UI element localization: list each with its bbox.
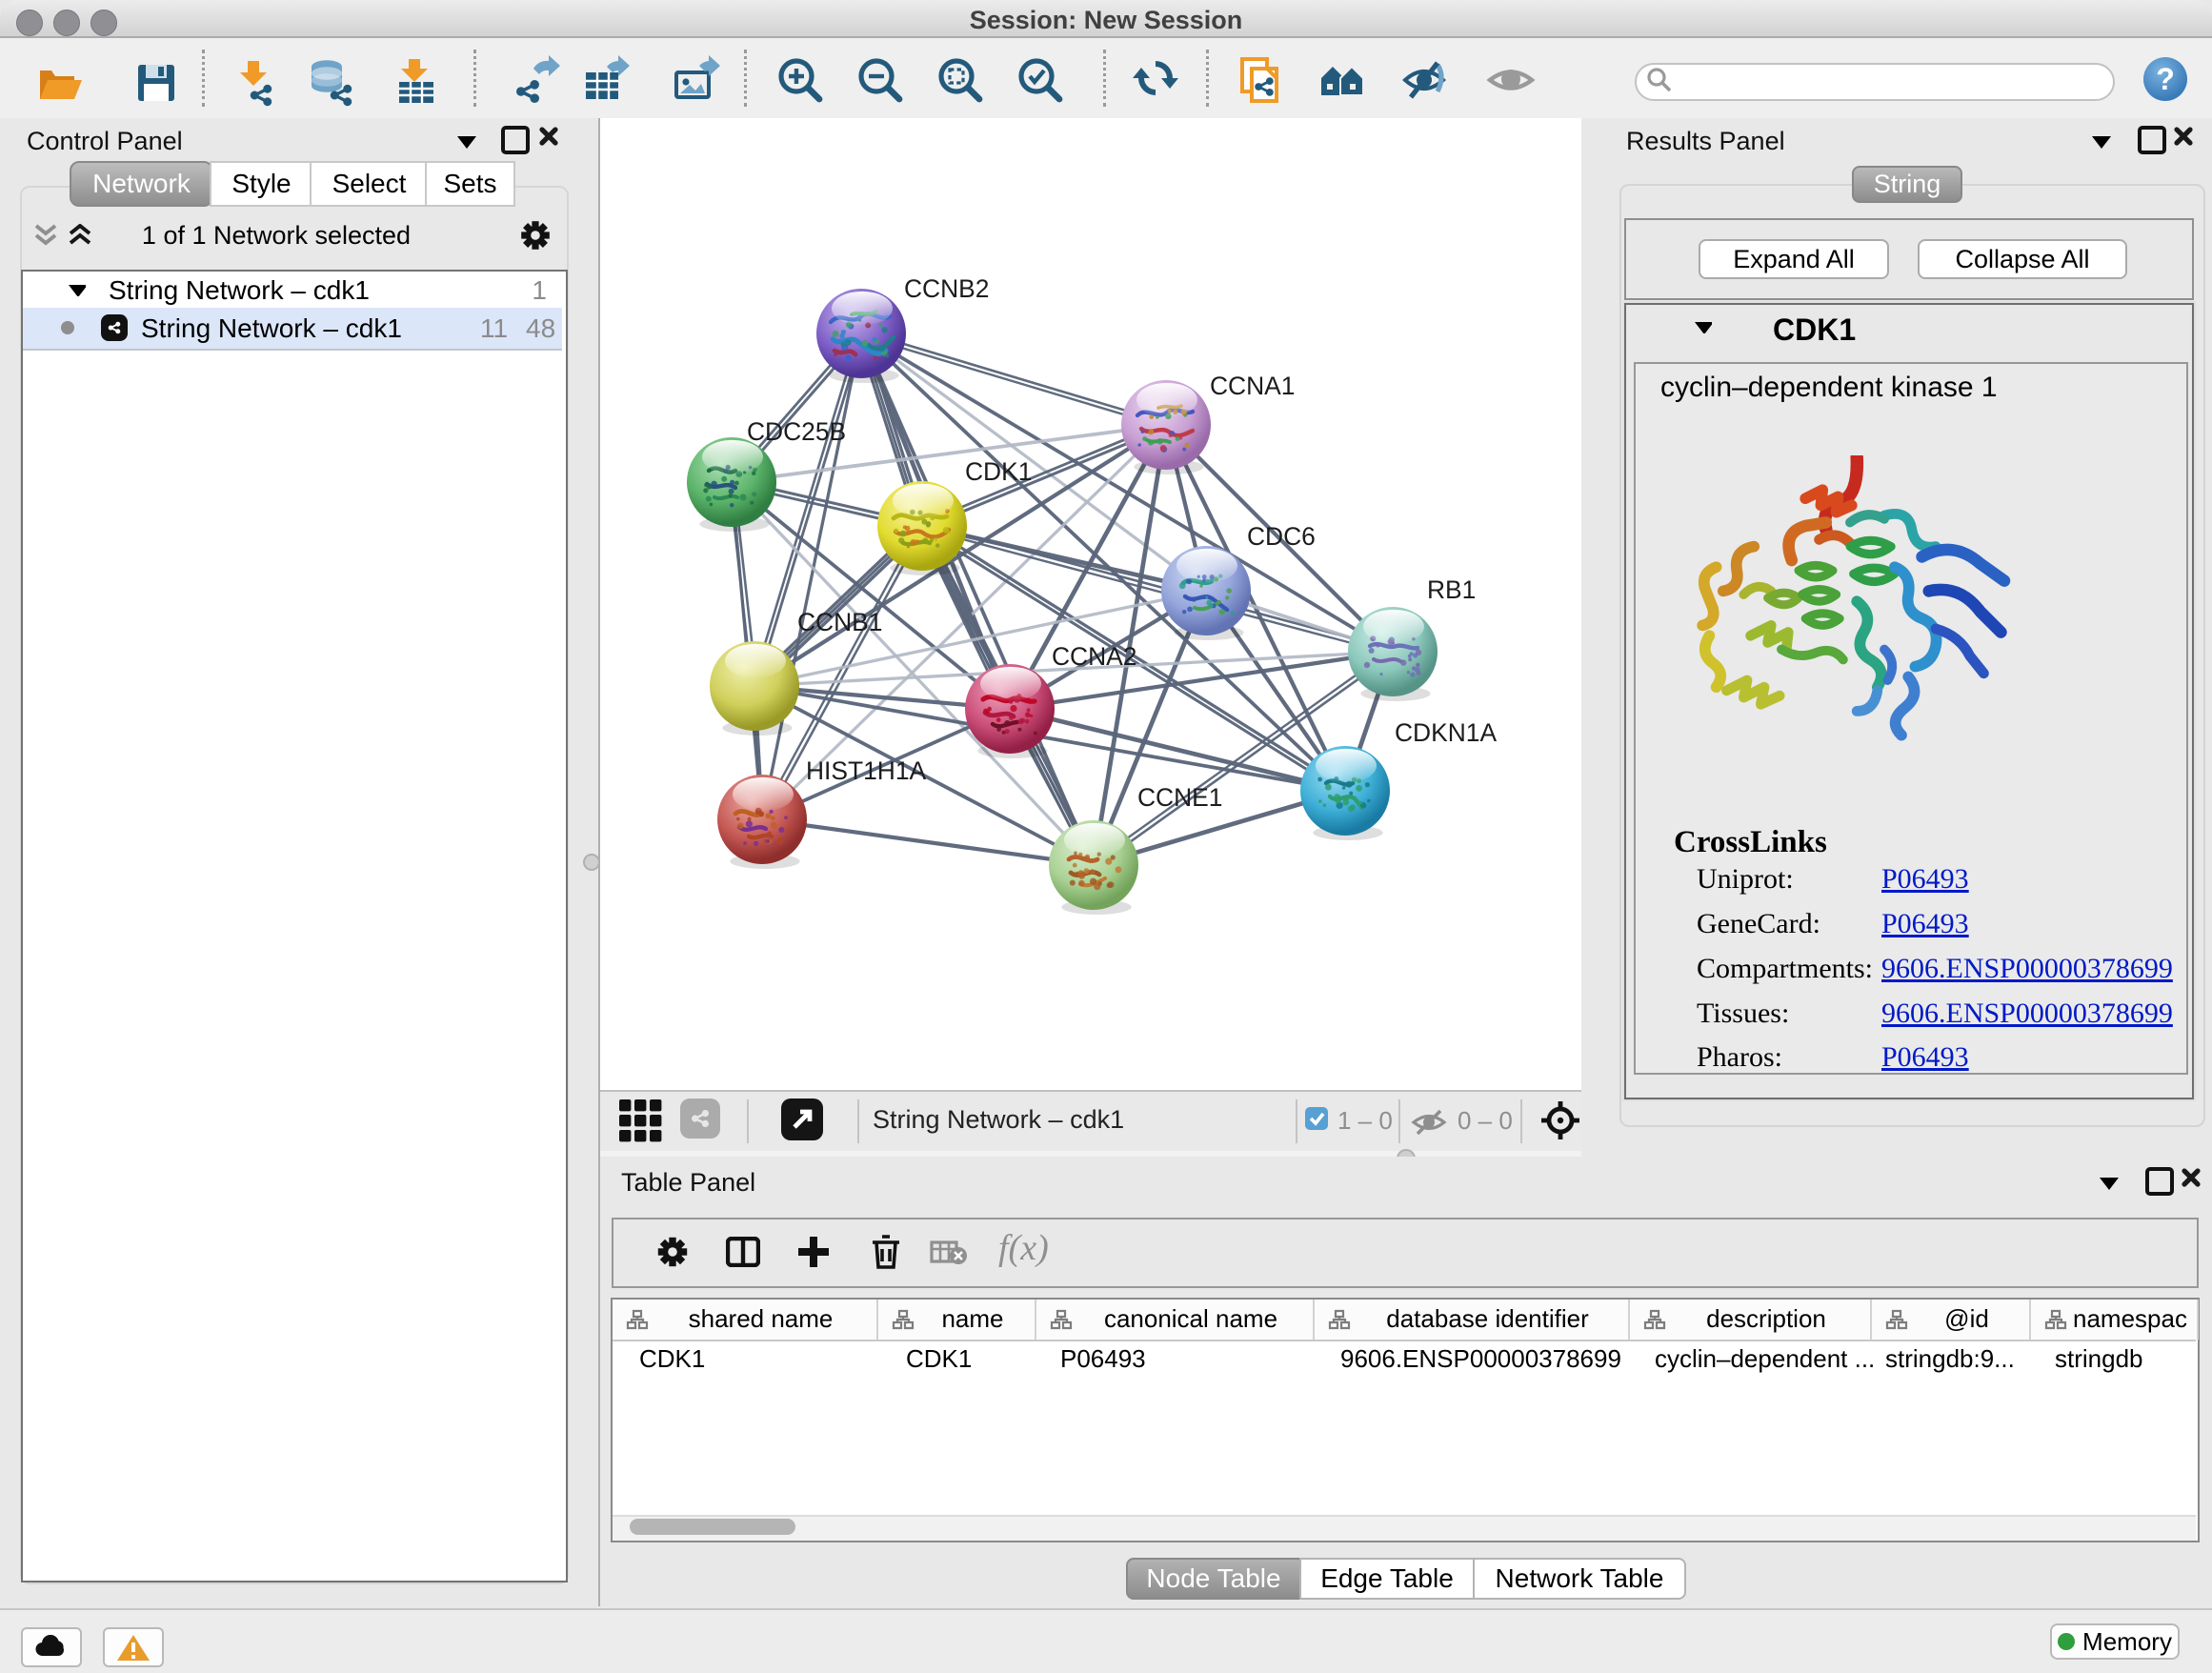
svg-text:CDC6: CDC6 [1247,522,1316,551]
svg-text:CDKN1A: CDKN1A [1395,718,1497,747]
svg-text:RB1: RB1 [1427,575,1476,604]
svg-text:CCNA2: CCNA2 [1052,642,1136,671]
svg-text:CCNA1: CCNA1 [1210,372,1295,400]
svg-text:CCNB1: CCNB1 [797,608,882,636]
svg-text:CCNB2: CCNB2 [904,274,989,303]
svg-text:CDC25B: CDC25B [747,417,846,446]
svg-text:CDK1: CDK1 [965,457,1032,486]
svg-text:CCNE1: CCNE1 [1137,783,1222,812]
svg-text:HIST1H1A: HIST1H1A [806,756,927,785]
